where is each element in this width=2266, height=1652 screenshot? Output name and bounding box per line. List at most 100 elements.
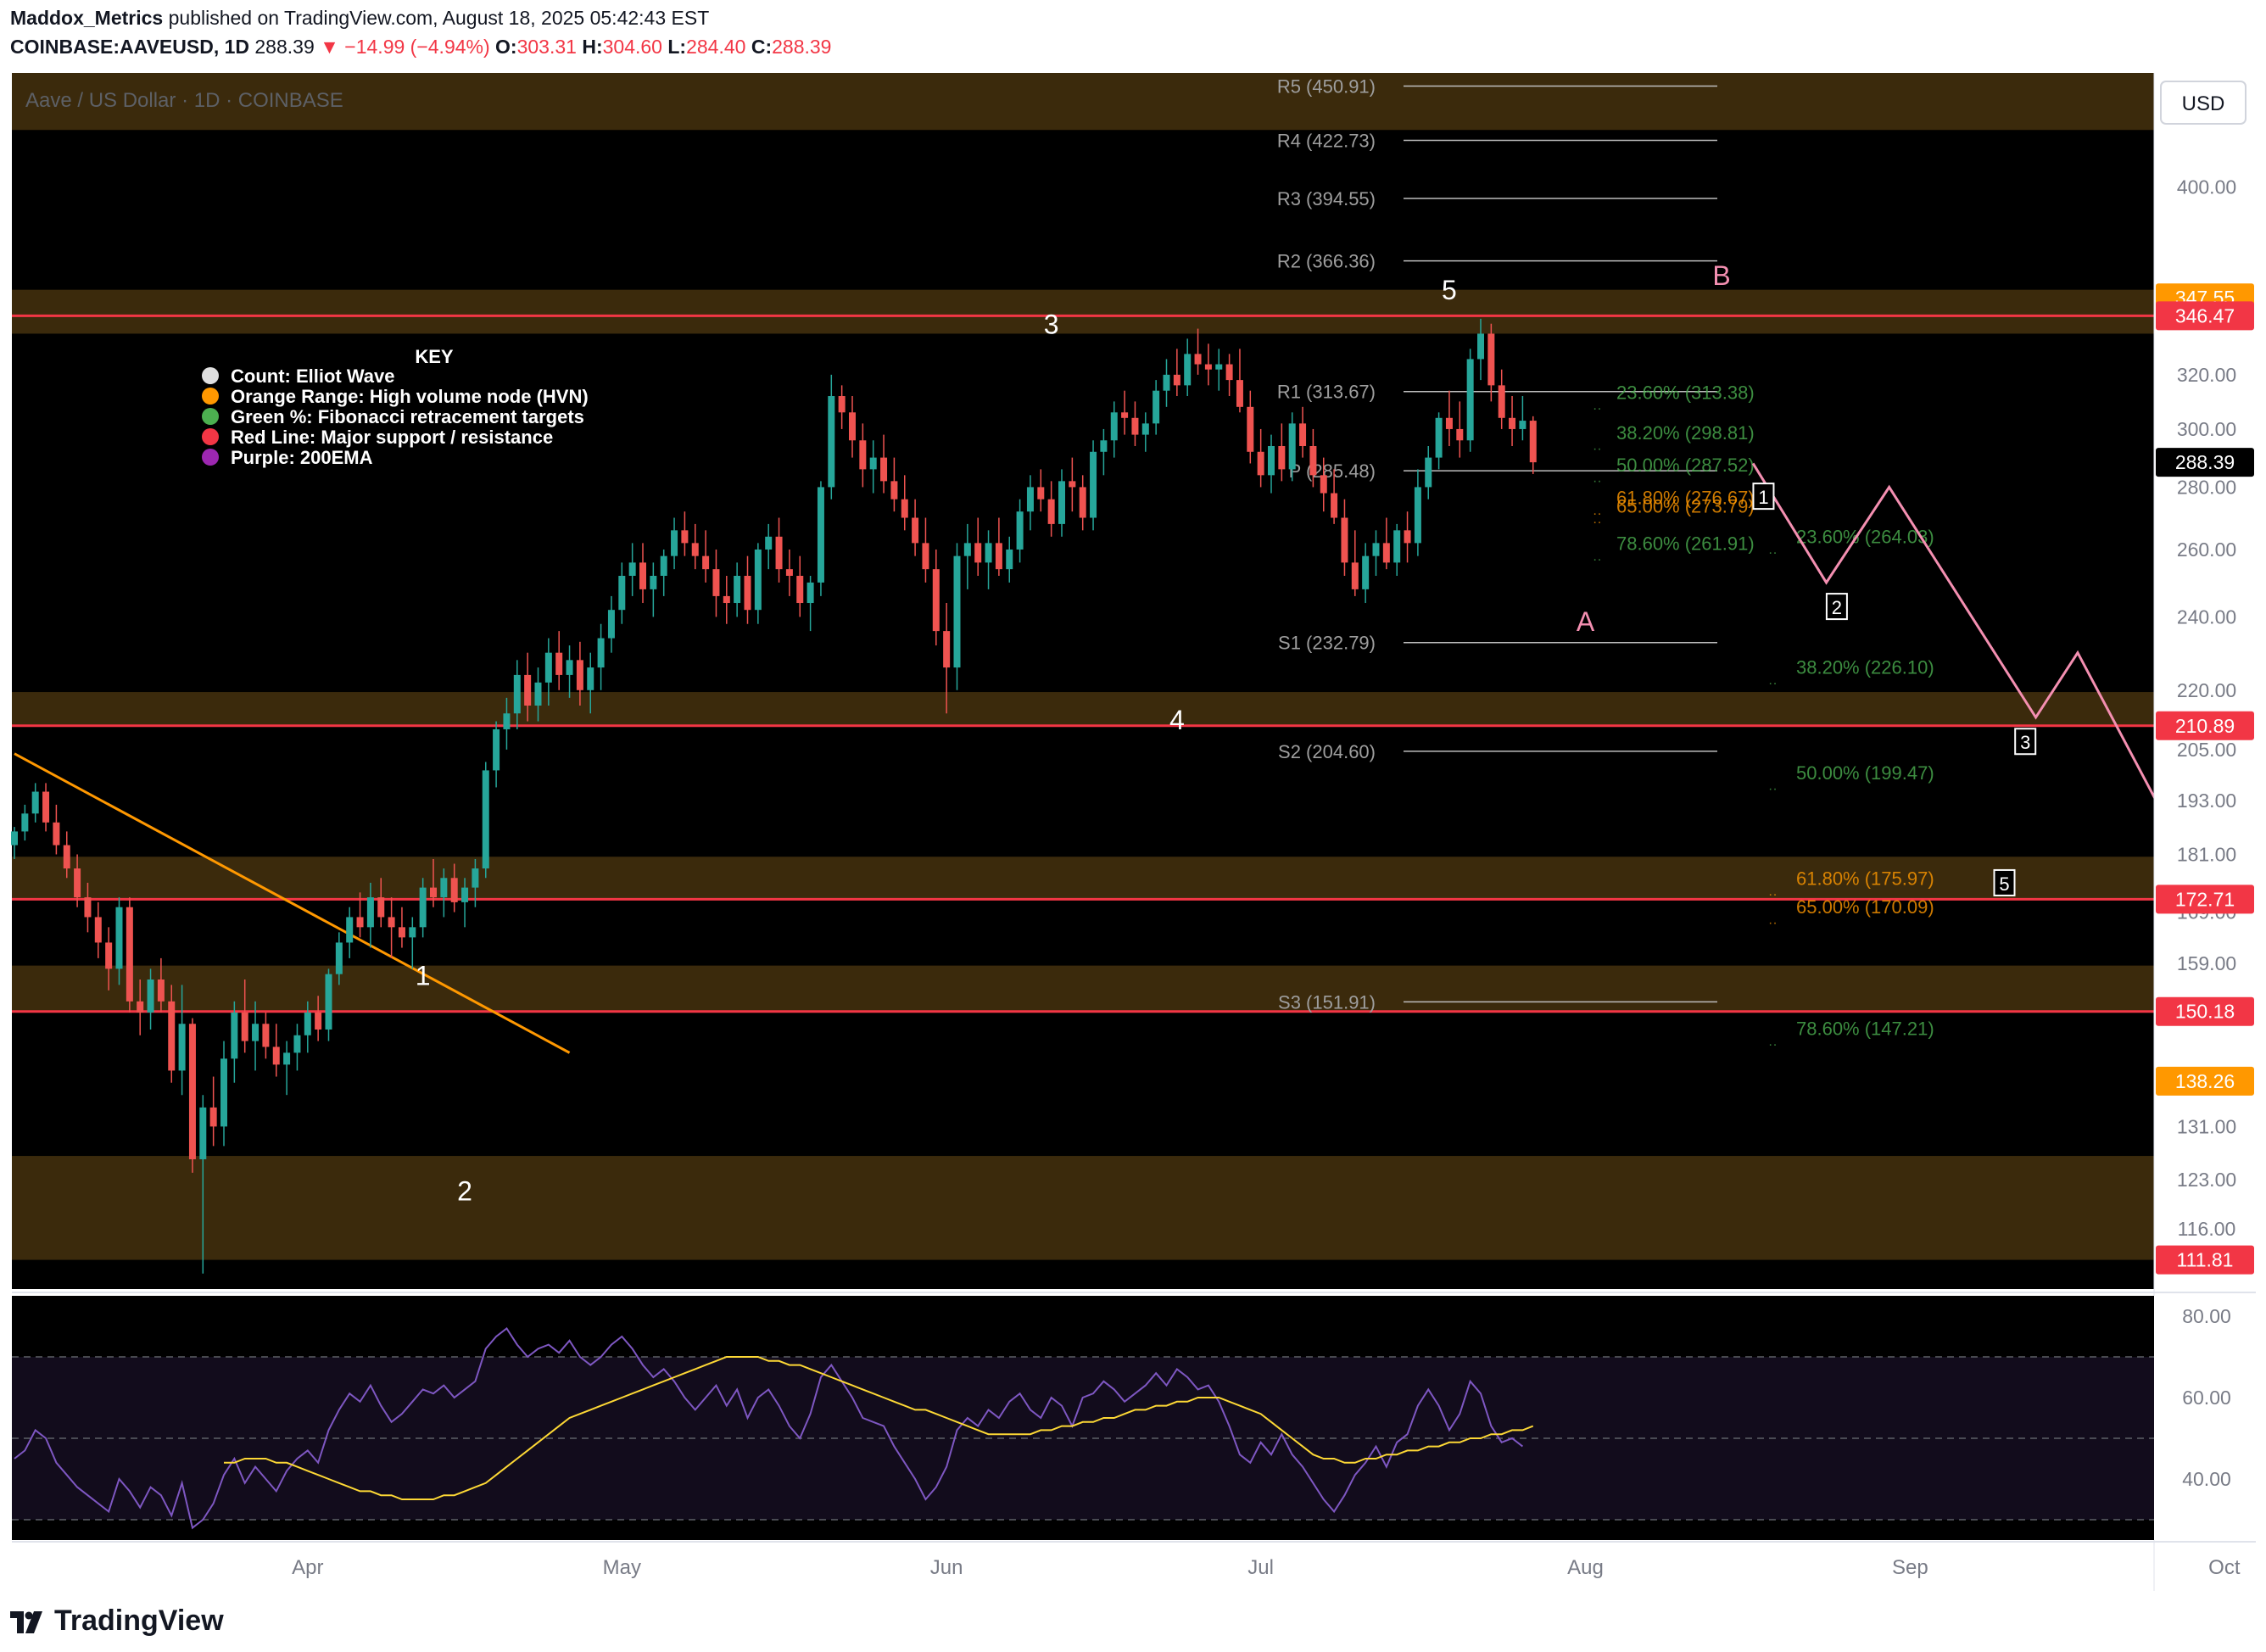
price-axis-label-text: 210.89 (2175, 715, 2235, 737)
candle-body (137, 1001, 144, 1013)
candle-body (1173, 374, 1180, 386)
candle-body (555, 652, 563, 675)
candle-body (1477, 333, 1484, 360)
price-tick: 300.00 (2177, 418, 2236, 440)
candle-body (1268, 445, 1275, 476)
candle-body (691, 543, 699, 556)
candle-body (1529, 421, 1537, 463)
candle-body (482, 770, 489, 869)
candle-body (1079, 487, 1086, 518)
price-tick: 205.00 (2177, 739, 2236, 761)
fib-level-dots: ·· (1593, 474, 1602, 488)
fib-level-label: 23.60% (313.38) (1616, 382, 1755, 404)
candle-body (21, 813, 29, 832)
candle-body (639, 562, 646, 589)
hvn-zone (12, 289, 2154, 334)
fib-level-label: 65.00% (170.09) (1796, 896, 1934, 918)
candle-body (1006, 549, 1013, 570)
candle-body (1215, 364, 1223, 370)
candle-body (1141, 423, 1149, 435)
fib-level-label: 61.80% (175.97) (1796, 868, 1934, 889)
candle-body (943, 631, 951, 668)
candle[interactable] (126, 897, 133, 1013)
fib-level-dots: ·· (1593, 442, 1602, 456)
price-tick: 181.00 (2177, 843, 2236, 865)
candle-body (922, 543, 929, 570)
candle[interactable] (1090, 440, 1097, 531)
price-axis-label-text: 288.39 (2175, 451, 2235, 473)
price-tick: 159.00 (2177, 952, 2236, 974)
legend-entry: Green %: Fibonacci retracement targets (231, 406, 584, 427)
candle-body (712, 569, 720, 596)
candle[interactable] (188, 1018, 196, 1173)
pivot-label: S1 (232.79) (1278, 633, 1376, 654)
candle-body (11, 831, 18, 846)
price-axis-label: 288.39 (2156, 448, 2254, 477)
candle-body (419, 887, 427, 928)
date-tick: Apr (292, 1556, 323, 1579)
candle-body (660, 555, 667, 576)
footer-brand[interactable]: TradingView (10, 1605, 224, 1638)
candle-body (1382, 543, 1390, 563)
candle-body (1341, 517, 1348, 563)
price-tick: 280.00 (2177, 476, 2236, 498)
wave-label: B (1712, 260, 1730, 291)
pivot-label: P (285.48) (1289, 460, 1376, 482)
candle-body (493, 728, 500, 771)
candle-body (398, 927, 405, 938)
wave-box-text: 5 (1999, 873, 2009, 895)
price-axis-label: 111.81 (2156, 1245, 2254, 1275)
wave-label: 4 (1169, 705, 1185, 735)
candle-body (1153, 390, 1160, 424)
candle[interactable] (1466, 349, 1474, 452)
candle-body (681, 530, 689, 544)
candle-body (262, 1024, 270, 1047)
price-tick: 400.00 (2177, 176, 2236, 198)
candle-body (325, 974, 332, 1030)
candle-body (472, 868, 479, 888)
pivot-label: R1 (313.67) (1277, 382, 1376, 403)
candle-body (576, 660, 583, 690)
candle-body (890, 481, 898, 500)
price-tick: 220.00 (2177, 679, 2236, 701)
price-tick: 320.00 (2177, 364, 2236, 386)
date-tick: May (603, 1556, 641, 1579)
candle-body (1435, 417, 1443, 458)
candle-body (178, 1024, 186, 1071)
price-tick: 260.00 (2177, 539, 2236, 561)
candle-body (912, 517, 919, 544)
candle-body (1393, 530, 1401, 563)
candle-body (356, 917, 364, 928)
candle-body (1404, 530, 1411, 544)
rsi-axis[interactable] (2154, 1296, 2256, 1540)
candle-body (723, 595, 730, 604)
candle-body (754, 549, 762, 611)
candle-body (650, 575, 657, 589)
candle-body (1320, 475, 1327, 494)
price-axis-label-text: 111.81 (2177, 1249, 2234, 1271)
fib-level-dots: ·· (1768, 546, 1778, 561)
candle-body (1037, 487, 1045, 500)
main-pane-bg[interactable] (12, 73, 2154, 1289)
fib-level-dots: ·· (1768, 677, 1778, 691)
price-axis-label-text: 150.18 (2175, 1001, 2235, 1023)
candle-body (31, 791, 39, 814)
candle-body (765, 536, 773, 550)
wave-label: 1 (416, 960, 431, 991)
candle-body (838, 396, 846, 413)
fib-level-label: 38.20% (226.10) (1796, 657, 1934, 678)
candle[interactable] (817, 481, 824, 596)
candle-body (744, 575, 751, 611)
candle-body (53, 822, 60, 846)
rsi-tick: 40.00 (2182, 1468, 2231, 1490)
rsi-tick: 60.00 (2182, 1387, 2231, 1409)
candle-body (1299, 423, 1307, 446)
fib-level-dots: ·· (1768, 887, 1778, 901)
price-chart[interactable]: R5 (450.91) R4 (422.73) R3 (394.55) R2 (366… (0, 0, 2266, 1594)
candle[interactable] (482, 762, 489, 879)
candle-body (1456, 428, 1464, 441)
candle-body (587, 667, 594, 690)
candle-body (252, 1024, 260, 1041)
candle-body (985, 543, 992, 563)
price-tick: 240.00 (2177, 606, 2236, 628)
